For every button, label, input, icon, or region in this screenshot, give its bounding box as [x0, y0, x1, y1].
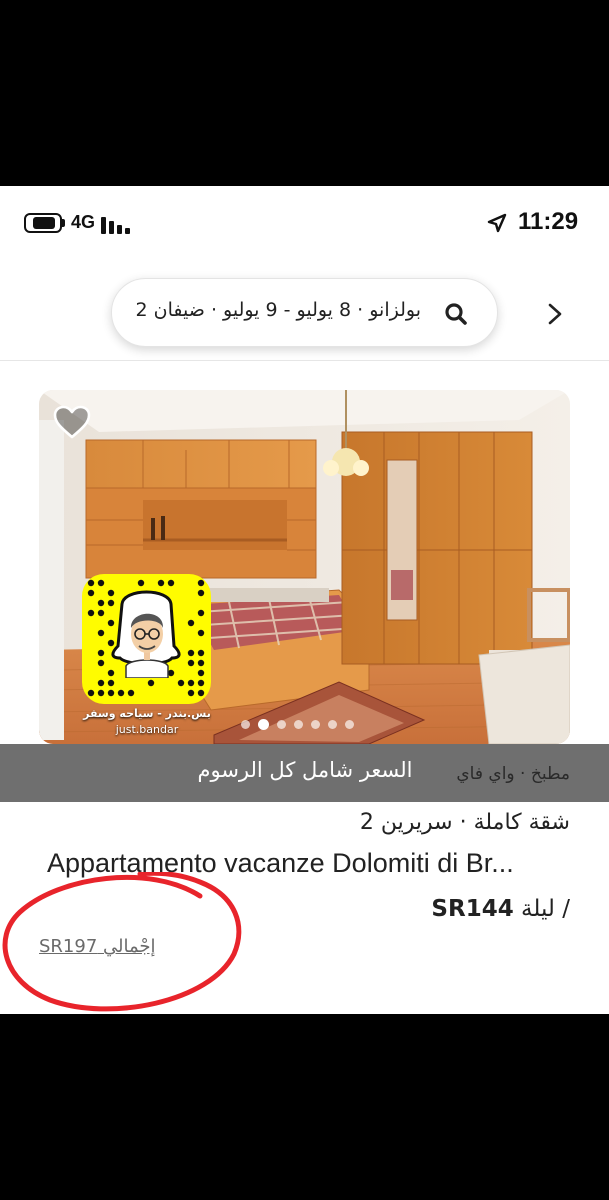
network-type: 4G: [71, 212, 96, 232]
amenities-text: مطبخ · واي فاي: [456, 764, 570, 784]
photo-pagination: [241, 718, 354, 730]
search-summary: بولزانو · 8 يوليو - 9 يوليو · ضيفان 2: [135, 299, 421, 321]
signal-bars-icon: [101, 214, 133, 234]
bitmoji-avatar: [125, 613, 169, 678]
pagination-dot: [345, 719, 354, 729]
battery-nub: [62, 219, 65, 227]
search-icon: [445, 303, 467, 325]
snapcode-caption: بس.بندر - سياحه وسفر: [83, 707, 211, 720]
property-type: شقة كاملة · سريرين 2: [359, 810, 570, 835]
app-screen: 4G 11:29 بولزانو · 8 يوليو - 9 يوليو · ض…: [0, 186, 609, 1014]
chevron-right-icon[interactable]: [540, 299, 570, 329]
heart-icon[interactable]: [52, 404, 92, 440]
pagination-dot: [311, 719, 320, 729]
price-note-caption: السعر شامل كل الرسوم: [197, 758, 413, 782]
header-divider: [0, 360, 609, 361]
clock: 11:29: [518, 208, 579, 235]
pagination-dot: [294, 719, 303, 729]
pagination-dot: [328, 719, 337, 729]
battery-icon: [24, 213, 62, 233]
pagination-dot: [241, 719, 250, 729]
pagination-dot: [277, 719, 286, 729]
location-arrow-icon: [487, 213, 507, 233]
price-unit: / ليلة: [521, 896, 570, 922]
red-circle-annotation: [2, 872, 242, 1012]
snapcode-handle: just.bandar: [115, 723, 179, 736]
status-bar: 4G 11:29: [0, 186, 609, 262]
pagination-dot: [258, 718, 269, 730]
nightly-price: / ليلة SR144: [431, 896, 570, 922]
search-bar[interactable]: بولزانو · 8 يوليو - 9 يوليو · ضيفان 2: [111, 278, 498, 347]
caption-banner: السعر شامل كل الرسوم مطبخ · واي فاي: [0, 744, 609, 802]
price-amount: SR144: [431, 896, 514, 922]
